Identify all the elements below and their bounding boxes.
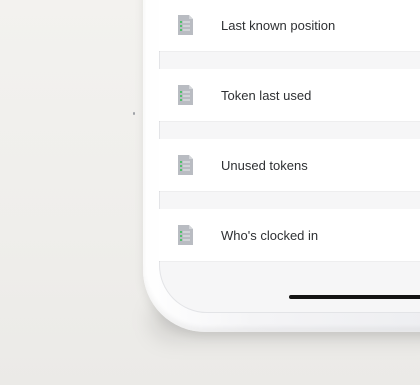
document-list-icon bbox=[178, 225, 193, 245]
list-item-label: Last known position bbox=[221, 17, 336, 33]
document-list-icon bbox=[178, 15, 193, 35]
product-photo-scene: Last known position Token last used Unus… bbox=[0, 0, 420, 385]
list-item-label: Who's clocked in bbox=[221, 227, 319, 243]
list-item-whos-clocked-in[interactable]: Who's clocked in bbox=[159, 209, 420, 261]
list-item-last-known-position[interactable]: Last known position bbox=[159, 0, 420, 51]
list-item-token-last-used[interactable]: Token last used bbox=[159, 69, 420, 121]
document-list-icon bbox=[178, 155, 193, 175]
list-item-label: Token last used bbox=[221, 87, 312, 103]
list-item-label: Unused tokens bbox=[221, 157, 308, 173]
list-item-unused-tokens[interactable]: Unused tokens bbox=[159, 139, 420, 191]
document-list-icon bbox=[178, 85, 193, 105]
home-indicator[interactable] bbox=[289, 295, 420, 299]
report-list: Last known position Token last used Unus… bbox=[159, 0, 420, 279]
phone-screen: Last known position Token last used Unus… bbox=[159, 0, 420, 313]
phone-side-button bbox=[133, 112, 135, 115]
